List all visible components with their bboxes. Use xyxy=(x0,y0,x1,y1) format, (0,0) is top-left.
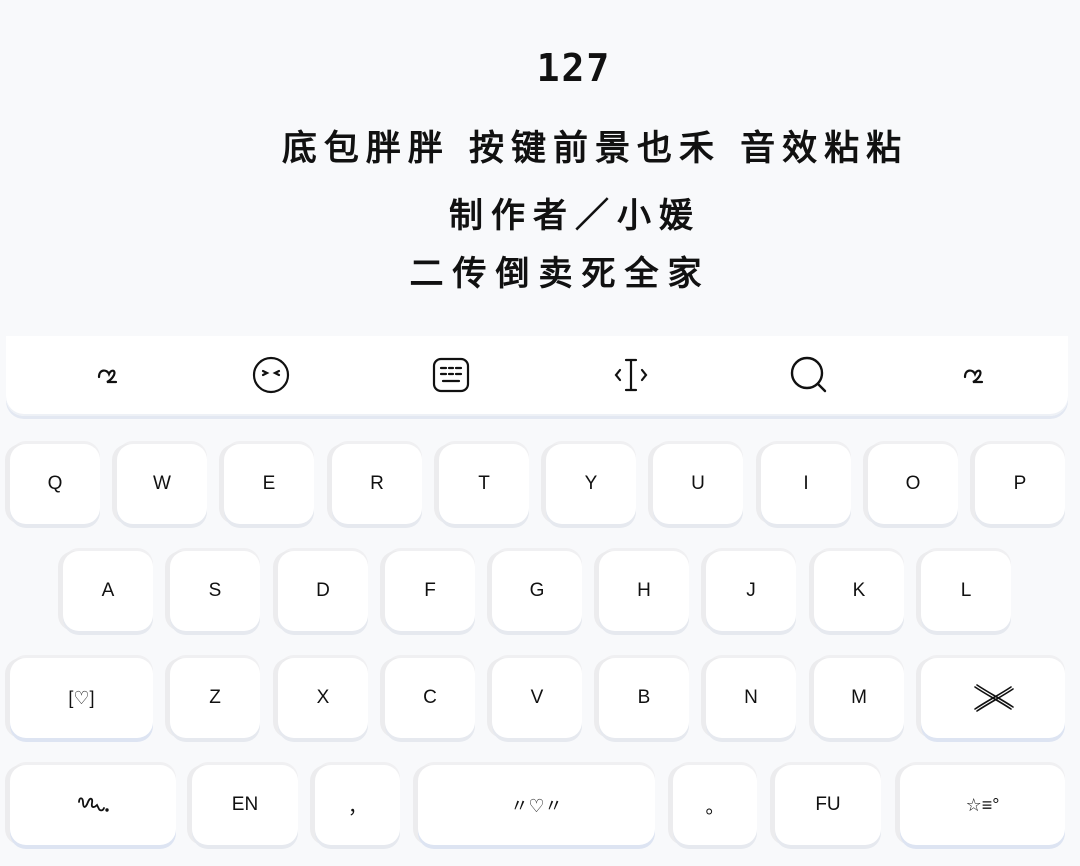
enter-key-label: ☆≡° xyxy=(965,794,1000,815)
key-m[interactable]: M xyxy=(814,658,904,738)
key-t[interactable]: T xyxy=(439,444,529,524)
emoticon-key[interactable]: [♡] xyxy=(10,658,153,738)
key-p[interactable]: P xyxy=(975,444,1065,524)
period-key[interactable]: 。 xyxy=(673,765,757,845)
key-u[interactable]: U xyxy=(653,444,743,524)
key-w[interactable]: W xyxy=(117,444,207,524)
key-b[interactable]: B xyxy=(599,658,689,738)
handwriting-key[interactable] xyxy=(10,765,176,845)
handwriting-icon xyxy=(78,797,109,812)
delete-key[interactable] xyxy=(921,658,1065,738)
key-l[interactable]: L xyxy=(921,551,1011,631)
cursor-move-icon[interactable] xyxy=(606,354,656,396)
key-o[interactable]: O xyxy=(868,444,958,524)
credit-line-1: 底包胖胖 按键前景也禾 音效粘粘 xyxy=(281,129,909,169)
keyboard-toolbar xyxy=(6,336,1068,416)
keyboard-icon[interactable] xyxy=(426,354,476,396)
theme-number: 127 xyxy=(536,46,612,90)
key-c[interactable]: C xyxy=(385,658,475,738)
key-s[interactable]: S xyxy=(170,551,260,631)
key-z[interactable]: Z xyxy=(170,658,260,738)
language-key[interactable]: EN xyxy=(192,765,298,845)
key-g[interactable]: G xyxy=(492,551,582,631)
key-f[interactable]: F xyxy=(385,551,475,631)
enter-key[interactable]: ☆≡° xyxy=(900,765,1065,845)
collapse-squiggle-icon[interactable] xyxy=(948,354,998,396)
fu-key[interactable]: FU xyxy=(775,765,881,845)
handwriting-squiggle-icon[interactable] xyxy=(82,354,132,396)
key-y[interactable]: Y xyxy=(546,444,636,524)
key-e[interactable]: E xyxy=(224,444,314,524)
key-a[interactable]: A xyxy=(63,551,153,631)
wallpaper-header: 127 底包胖胖 按键前景也禾 音效粘粘 制作者／小媛 二传倒卖死全家 xyxy=(0,0,1080,320)
key-n[interactable]: N xyxy=(706,658,796,738)
comma-key[interactable]: ， xyxy=(315,765,400,845)
space-key-label: 〃♡〃 xyxy=(510,796,563,816)
key-h[interactable]: H xyxy=(599,551,689,631)
key-j[interactable]: J xyxy=(706,551,796,631)
key-d[interactable]: D xyxy=(278,551,368,631)
space-key[interactable]: 〃♡〃 xyxy=(418,765,655,845)
emoticon-key-label: [♡] xyxy=(68,687,95,708)
emoji-face-icon[interactable] xyxy=(246,354,296,396)
credit-line-2: 制作者／小媛 xyxy=(449,196,701,236)
credit-line-3: 二传倒卖死全家 xyxy=(409,254,711,294)
key-x[interactable]: X xyxy=(278,658,368,738)
key-q[interactable]: Q xyxy=(10,444,100,524)
search-icon[interactable] xyxy=(784,354,834,396)
key-r[interactable]: R xyxy=(332,444,422,524)
key-k[interactable]: K xyxy=(814,551,904,631)
key-v[interactable]: V xyxy=(492,658,582,738)
delete-cross-icon xyxy=(974,684,1014,712)
key-i[interactable]: I xyxy=(761,444,851,524)
